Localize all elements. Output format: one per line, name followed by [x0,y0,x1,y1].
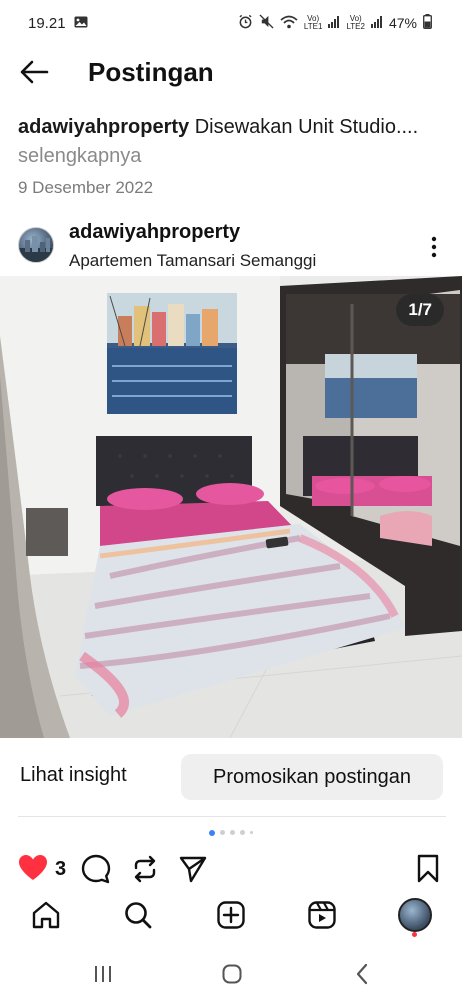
post-actions: 3 [18,850,446,886]
post-date: 9 Desember 2022 [18,178,154,197]
recent-apps-icon[interactable] [91,962,115,986]
signal-icon-1 [328,15,340,31]
home-icon[interactable] [29,898,63,932]
system-navigation [0,952,462,992]
bookmark-icon[interactable] [414,854,444,884]
caption-text: Disewakan Unit Studio.... [189,116,419,138]
post-caption: adawiyahproperty Disewakan Unit Studio..… [18,113,438,171]
create-post-icon[interactable] [214,898,248,932]
divider [18,816,446,817]
notification-dot [412,932,417,937]
view-insights-link[interactable]: Lihat insight [20,764,127,787]
bottom-navigation [0,894,462,936]
carousel-dot [240,830,245,835]
app-header: Postingan [0,52,462,92]
avatar[interactable] [18,227,54,263]
status-time: 19.21 [28,14,66,32]
page-title: Postingan [88,56,214,87]
back-arrow-icon[interactable] [18,56,50,88]
carousel-dot-active [209,830,215,836]
post-header: adawiyahproperty Apartemen Tamansari Sem… [18,218,448,274]
battery-percent: 47% [388,15,417,31]
more-options-icon[interactable] [424,236,444,258]
alarm-icon [238,14,253,32]
lte1-label: LTE1 [303,22,323,31]
like-count[interactable]: 3 [55,858,66,881]
lte2-label: LTE2 [346,22,365,31]
comment-icon[interactable] [81,854,111,884]
carousel-dot [230,830,235,835]
share-icon[interactable] [178,854,208,884]
carousel-indicator [0,830,462,838]
mute-icon [259,14,274,32]
avatar [398,898,432,932]
caption-username[interactable]: adawiyahproperty [18,116,189,138]
carousel-dot [250,831,253,834]
back-button-icon[interactable] [350,962,374,986]
wifi-icon [280,15,298,32]
heart-icon[interactable] [18,854,48,884]
reels-icon[interactable] [305,898,339,932]
post-location[interactable]: Apartemen Tamansari Semanggi [69,251,316,271]
signal-icon-2 [370,15,383,31]
photo-counter: 1/7 [396,294,444,326]
lte2-indicator: Vo) LTE2 [346,15,365,31]
battery-icon [423,14,432,32]
see-more-link[interactable]: selengkapnya [18,145,141,167]
promote-post-button[interactable]: Promosikan postingan [181,754,443,800]
search-icon[interactable] [121,898,155,932]
carousel-dot [220,830,225,835]
gallery-icon [74,15,88,32]
profile-avatar[interactable] [398,898,432,932]
status-bar: 19.21 Vo) LTE1 Vo) LTE2 47% [0,0,462,46]
home-button-icon[interactable] [220,962,244,986]
repost-icon[interactable] [130,854,160,884]
lte1-indicator: Vo) LTE1 [304,15,323,31]
post-username[interactable]: adawiyahproperty [69,221,240,244]
post-photo[interactable] [0,276,462,738]
